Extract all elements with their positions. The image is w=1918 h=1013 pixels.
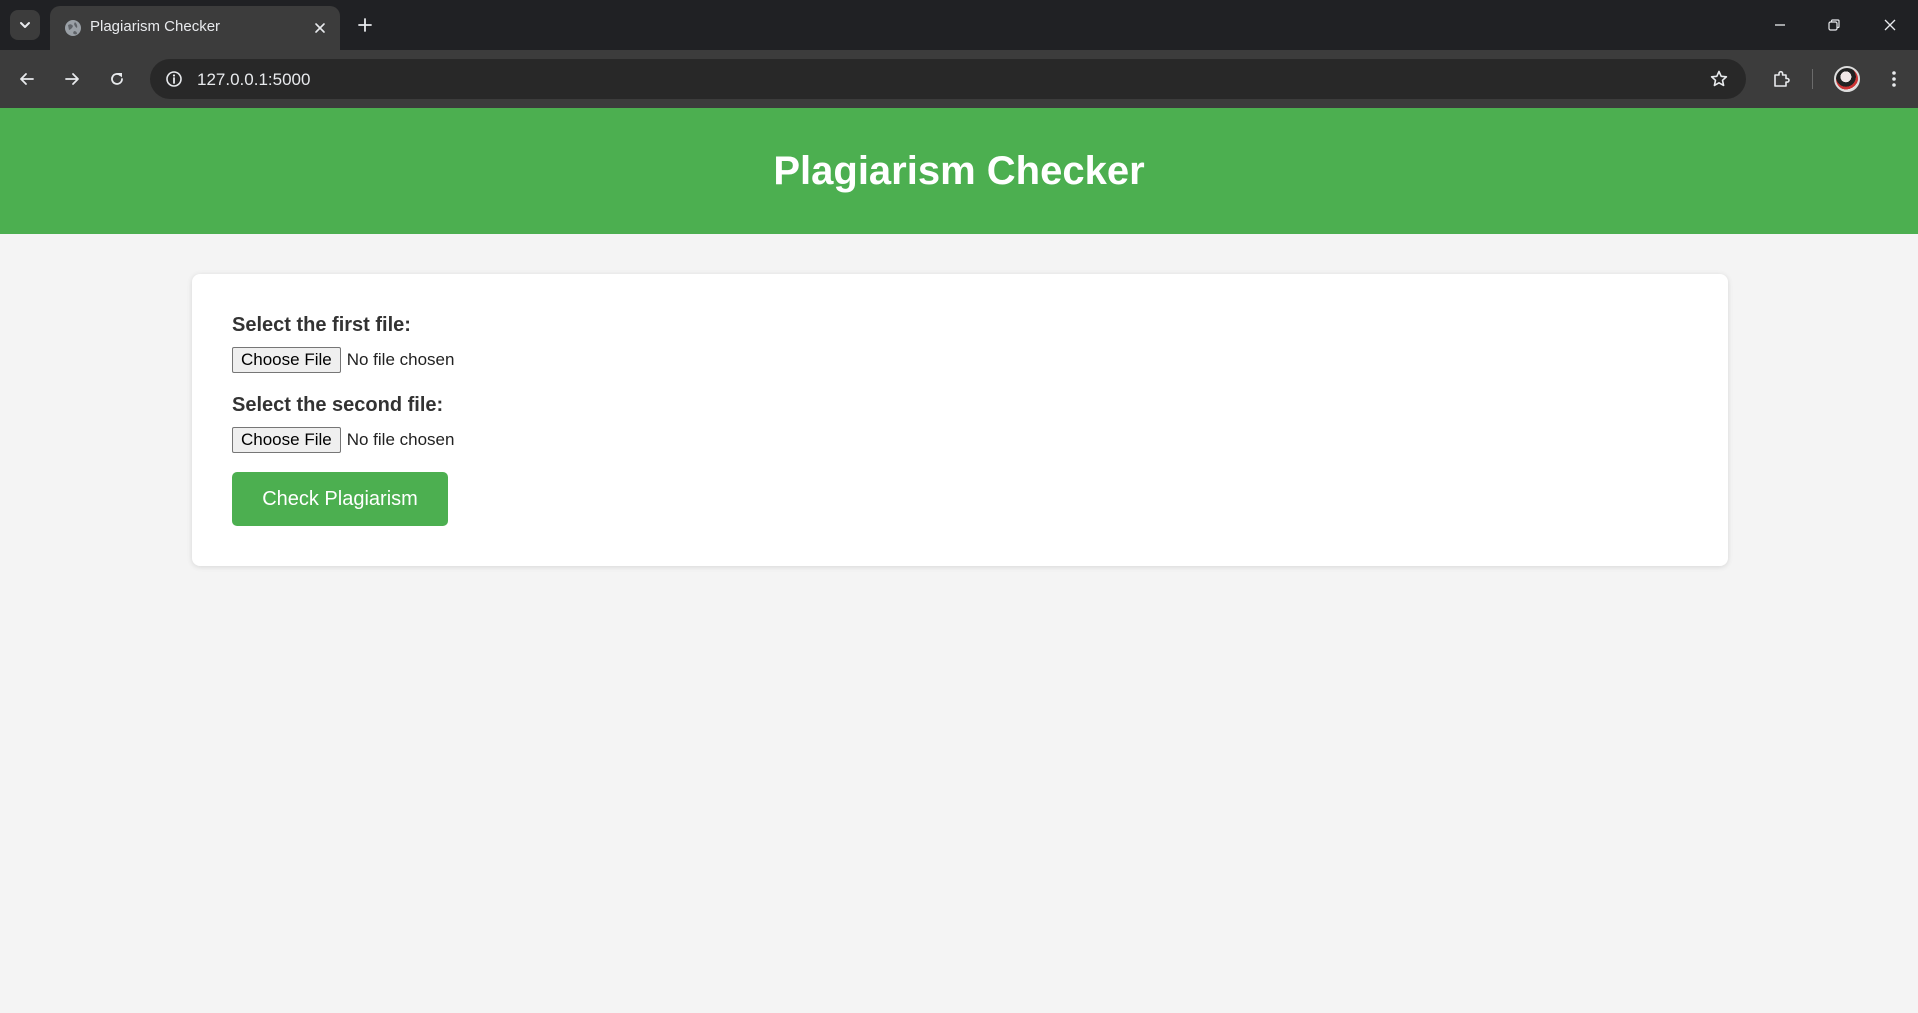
toolbar-divider bbox=[1812, 69, 1813, 89]
first-file-label: Select the first file: bbox=[232, 314, 411, 336]
star-icon bbox=[1710, 70, 1728, 87]
check-plagiarism-button[interactable]: Check Plagiarism bbox=[232, 472, 448, 526]
site-info-button[interactable] bbox=[162, 67, 186, 91]
plus-icon bbox=[358, 18, 372, 32]
minimize-window-button[interactable] bbox=[1758, 8, 1802, 42]
address-bar[interactable]: 127.0.0.1:5000 bbox=[150, 59, 1746, 99]
first-file-input[interactable]: Choose File No file chosen bbox=[232, 347, 454, 373]
extensions-button[interactable] bbox=[1764, 62, 1798, 96]
arrow-left-icon bbox=[20, 73, 34, 85]
second-file-label: Select the second file: bbox=[232, 394, 444, 416]
restore-icon bbox=[1828, 19, 1840, 31]
tab-search-button[interactable] bbox=[10, 10, 40, 40]
tab-close-button[interactable] bbox=[310, 18, 330, 38]
first-file-status: No file chosen bbox=[346, 350, 455, 369]
reload-icon bbox=[111, 73, 123, 85]
close-window-button[interactable] bbox=[1868, 8, 1912, 42]
page-title: Plagiarism Checker bbox=[773, 148, 1145, 193]
arrow-right-icon bbox=[65, 73, 79, 85]
tab-title: Plagiarism Checker bbox=[90, 18, 221, 35]
second-file-choose-button[interactable]: Choose File bbox=[232, 427, 341, 453]
second-file-input[interactable]: Choose File No file chosen bbox=[232, 427, 454, 453]
browser-tab-bar: Plagiarism Checker bbox=[0, 0, 1918, 50]
browser-tab[interactable]: Plagiarism Checker bbox=[50, 6, 340, 50]
profile-button[interactable] bbox=[1830, 62, 1864, 96]
new-tab-button[interactable] bbox=[352, 12, 378, 38]
kebab-menu-icon bbox=[1892, 71, 1896, 87]
puzzle-icon bbox=[1774, 70, 1790, 87]
second-file-status: No file chosen bbox=[346, 430, 455, 449]
close-icon bbox=[315, 23, 325, 33]
restore-window-button[interactable] bbox=[1812, 8, 1856, 42]
back-button[interactable] bbox=[10, 62, 44, 96]
minimize-icon bbox=[1775, 24, 1785, 26]
info-icon bbox=[166, 71, 182, 87]
browser-menu-button[interactable] bbox=[1877, 62, 1911, 96]
forward-button[interactable] bbox=[55, 62, 89, 96]
browser-toolbar: 127.0.0.1:5000 bbox=[0, 50, 1918, 108]
page-header: Plagiarism Checker bbox=[0, 108, 1918, 234]
avatar bbox=[1834, 66, 1860, 92]
first-file-choose-button[interactable]: Choose File bbox=[232, 347, 341, 373]
bookmark-button[interactable] bbox=[1706, 66, 1732, 92]
url-text[interactable]: 127.0.0.1:5000 bbox=[197, 70, 310, 90]
close-icon bbox=[1884, 19, 1896, 31]
chevron-down-icon bbox=[20, 22, 30, 28]
reload-button[interactable] bbox=[100, 62, 134, 96]
globe-icon bbox=[65, 20, 81, 36]
plagiarism-form: Select the first file: Choose File No fi… bbox=[192, 274, 1728, 566]
